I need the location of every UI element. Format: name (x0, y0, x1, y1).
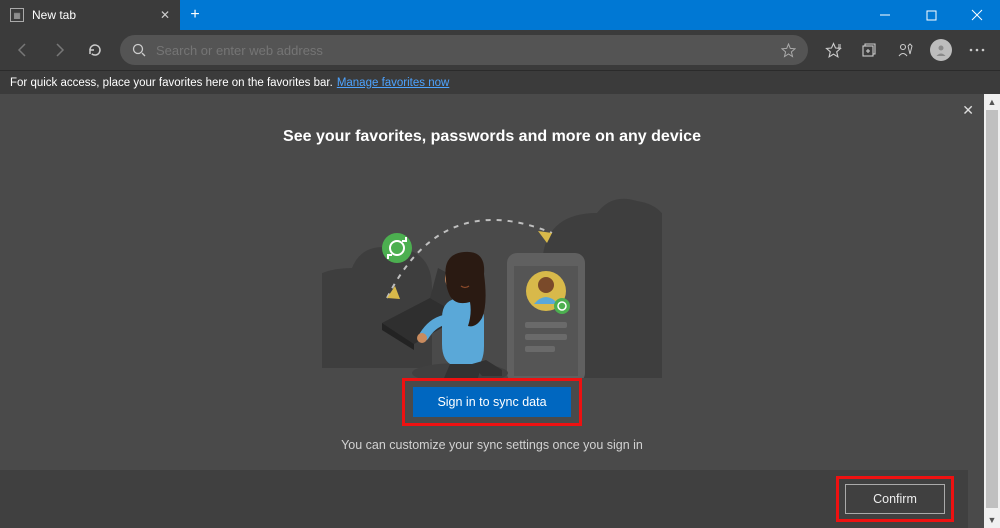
tab-favicon: ▦ (10, 8, 24, 22)
close-window-button[interactable] (954, 0, 1000, 30)
refresh-button[interactable] (78, 33, 112, 67)
close-panel-icon[interactable]: ✕ (962, 102, 974, 119)
scroll-down-icon[interactable]: ▼ (984, 512, 1000, 528)
favorites-icon[interactable] (816, 33, 850, 67)
sync-illustration (322, 178, 662, 378)
favorites-bar-text: For quick access, place your favorites h… (10, 77, 333, 89)
back-button[interactable] (6, 33, 40, 67)
collections-icon[interactable] (852, 33, 886, 67)
maximize-button[interactable] (908, 0, 954, 30)
toolbar (0, 30, 1000, 70)
confirm-button[interactable]: Confirm (845, 484, 945, 514)
search-icon (132, 43, 146, 57)
menu-button[interactable] (960, 33, 994, 67)
close-tab-icon[interactable]: ✕ (160, 8, 170, 22)
tab-title: New tab (32, 8, 76, 22)
manage-favorites-link[interactable]: Manage favorites now (337, 77, 450, 89)
address-bar[interactable] (120, 35, 808, 65)
confirm-highlight: Confirm (836, 476, 954, 522)
new-tab-button[interactable]: + (180, 0, 210, 30)
sync-heading: See your favorites, passwords and more o… (0, 94, 984, 146)
content-area: ✕ See your favorites, passwords and more… (0, 94, 984, 528)
signin-button[interactable]: Sign in to sync data (413, 387, 571, 417)
profile-button[interactable] (924, 33, 958, 67)
favorite-star-icon[interactable] (781, 43, 796, 58)
scrollbar-thumb[interactable] (986, 110, 998, 508)
browser-tab[interactable]: ▦ New tab ✕ (0, 0, 180, 30)
minimize-button[interactable] (862, 0, 908, 30)
personal-icon[interactable] (888, 33, 922, 67)
forward-button[interactable] (42, 33, 76, 67)
address-input[interactable] (156, 43, 771, 58)
window-controls (862, 0, 1000, 30)
scroll-up-icon[interactable]: ▲ (984, 94, 1000, 110)
signin-highlight: Sign in to sync data (402, 378, 582, 426)
title-bar: ▦ New tab ✕ + (0, 0, 1000, 30)
favorites-bar: For quick access, place your favorites h… (0, 70, 1000, 94)
sync-subtext: You can customize your sync settings onc… (0, 438, 984, 452)
vertical-scrollbar[interactable]: ▲ ▼ (984, 94, 1000, 528)
footer-bar: Confirm (0, 470, 968, 528)
